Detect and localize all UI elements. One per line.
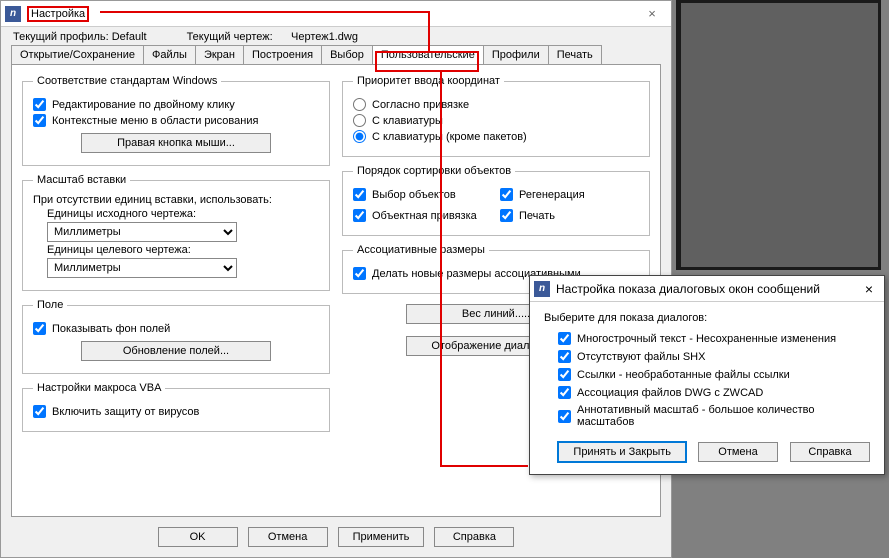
dialog2-titlebar: n Настройка показа диалоговых окон сообщ… xyxy=(530,276,884,302)
app-icon: n xyxy=(534,281,550,297)
lbl-sort-print: Печать xyxy=(519,210,555,222)
message-dialogs-settings: n Настройка показа диалоговых окон сообщ… xyxy=(529,275,885,475)
lbl-field-bg: Показывать фон полей xyxy=(52,323,170,335)
tab-print[interactable]: Печать xyxy=(548,45,602,64)
chk-sort-osnap[interactable] xyxy=(353,209,366,222)
lbl-coord-snap: Согласно привязке xyxy=(372,99,469,111)
dialog2-buttons: Принять и Закрыть Отмена Справка xyxy=(544,442,870,462)
lbl-dwg-assoc: Ассоциация файлов DWG с ZWCAD xyxy=(577,387,763,399)
group-coord-priority: Приоритет ввода координат Согласно привя… xyxy=(342,75,650,157)
legend-coord: Приоритет ввода координат xyxy=(353,75,504,87)
tab-open-save[interactable]: Открытие/Сохранение xyxy=(11,45,144,64)
chk-mtext-unsaved[interactable] xyxy=(558,332,571,345)
dialog2-instruction: Выберите для показа диалогов: xyxy=(544,312,870,324)
current-profile-label: Текущий профиль: xyxy=(13,31,109,43)
tab-user[interactable]: Пользовательские xyxy=(372,45,484,64)
chk-annoscale[interactable] xyxy=(558,410,571,423)
chk-sort-select[interactable] xyxy=(353,188,366,201)
rad-coord-snap[interactable] xyxy=(353,98,366,111)
window-title: Настройка xyxy=(27,6,89,22)
legend-insert: Масштаб вставки xyxy=(33,174,130,186)
group-insertion-scale: Масштаб вставки При отсутствии единиц вс… xyxy=(22,174,330,291)
lbl-mtext-unsaved: Многострочный текст - Несохраненные изме… xyxy=(577,333,836,345)
background-window xyxy=(676,0,881,270)
sel-source-units[interactable]: Миллиметры xyxy=(47,222,237,242)
tab-selection[interactable]: Выбор xyxy=(321,45,373,64)
legend-vba: Настройки макроса VBA xyxy=(33,382,165,394)
btn-ok[interactable]: OK xyxy=(158,527,238,547)
lbl-context-menu: Контекстные меню в области рисования xyxy=(52,115,258,127)
lbl-shx-missing: Отсутствуют файлы SHX xyxy=(577,351,705,363)
group-vba: Настройки макроса VBA Включить защиту от… xyxy=(22,382,330,432)
lbl-sort-select: Выбор объектов xyxy=(372,189,456,201)
chk-assoc-dim[interactable] xyxy=(353,267,366,280)
legend-field: Поле xyxy=(33,299,67,311)
lbl-annoscale: Аннотативный масштаб - большое количеств… xyxy=(577,404,870,428)
legend-sort: Порядок сортировки объектов xyxy=(353,165,515,177)
dialog2-body: Выберите для показа диалогов: Многостроч… xyxy=(530,302,884,474)
group-sort-order: Порядок сортировки объектов Выбор объект… xyxy=(342,165,650,236)
btn-cancel[interactable]: Отмена xyxy=(248,527,328,547)
lbl-coord-kbd: С клавиатуры xyxy=(372,115,443,127)
btn-dialog2-help[interactable]: Справка xyxy=(790,442,870,462)
lbl-source-units: Единицы исходного чертежа: xyxy=(47,208,319,220)
profile-row: Текущий профиль: Default Текущий чертеж:… xyxy=(1,27,671,45)
dialog2-close-icon[interactable]: × xyxy=(858,281,880,297)
legend-assoc: Ассоциативные размеры xyxy=(353,244,489,256)
rad-coord-kbd-noscript[interactable] xyxy=(353,130,366,143)
chk-dwg-assoc[interactable] xyxy=(558,386,571,399)
titlebar: n Настройка × xyxy=(1,1,671,27)
lbl-sort-osnap: Объектная привязка xyxy=(372,210,477,222)
dialog-buttons: OK Отмена Применить Справка xyxy=(1,521,671,557)
lbl-dblclick-edit: Редактирование по двойному клику xyxy=(52,99,235,111)
tab-profiles[interactable]: Профили xyxy=(483,45,549,64)
chk-xref-raw[interactable] xyxy=(558,368,571,381)
group-windows-standards: Соответствие стандартам Windows Редактир… xyxy=(22,75,330,166)
group-field: Поле Показывать фон полей Обновление пол… xyxy=(22,299,330,374)
insert-sentence: При отсутствии единиц вставки, использов… xyxy=(33,194,319,206)
close-icon[interactable]: × xyxy=(637,6,667,21)
rad-coord-kbd[interactable] xyxy=(353,114,366,127)
current-profile-value: Default xyxy=(112,31,147,43)
tab-display[interactable]: Экран xyxy=(195,45,244,64)
lbl-coord-kbd-noscript: С клавиатуры (кроме пакетов) xyxy=(372,131,527,143)
lbl-target-units: Единицы целевого чертежа: xyxy=(47,244,319,256)
tabs: Открытие/Сохранение Файлы Экран Построен… xyxy=(1,45,671,64)
dialog2-title: Настройка показа диалоговых окон сообщен… xyxy=(556,282,858,296)
lbl-sort-regen: Регенерация xyxy=(519,189,585,201)
tab-files[interactable]: Файлы xyxy=(143,45,196,64)
chk-dblclick-edit[interactable] xyxy=(33,98,46,111)
app-icon: n xyxy=(5,6,21,22)
lbl-xref-raw: Ссылки - необработанные файлы ссылки xyxy=(577,369,790,381)
btn-update-fields[interactable]: Обновление полей... xyxy=(81,341,271,361)
left-column: Соответствие стандартам Windows Редактир… xyxy=(22,75,330,506)
chk-field-bg[interactable] xyxy=(33,322,46,335)
chk-virus-protect[interactable] xyxy=(33,405,46,418)
btn-help[interactable]: Справка xyxy=(434,527,514,547)
btn-right-mouse[interactable]: Правая кнопка мыши... xyxy=(81,133,271,153)
chk-sort-print[interactable] xyxy=(500,209,513,222)
chk-context-menu[interactable] xyxy=(33,114,46,127)
tab-drafting[interactable]: Построения xyxy=(243,45,322,64)
sel-target-units[interactable]: Миллиметры xyxy=(47,258,237,278)
legend-win-std: Соответствие стандартам Windows xyxy=(33,75,221,87)
chk-shx-missing[interactable] xyxy=(558,350,571,363)
chk-sort-regen[interactable] xyxy=(500,188,513,201)
btn-accept-close[interactable]: Принять и Закрыть xyxy=(558,442,686,462)
lbl-virus-protect: Включить защиту от вирусов xyxy=(52,406,199,418)
btn-dialog2-cancel[interactable]: Отмена xyxy=(698,442,778,462)
current-drawing-value: Чертеж1.dwg xyxy=(291,31,358,43)
btn-apply[interactable]: Применить xyxy=(338,527,425,547)
current-drawing-label: Текущий чертеж: xyxy=(187,31,273,43)
